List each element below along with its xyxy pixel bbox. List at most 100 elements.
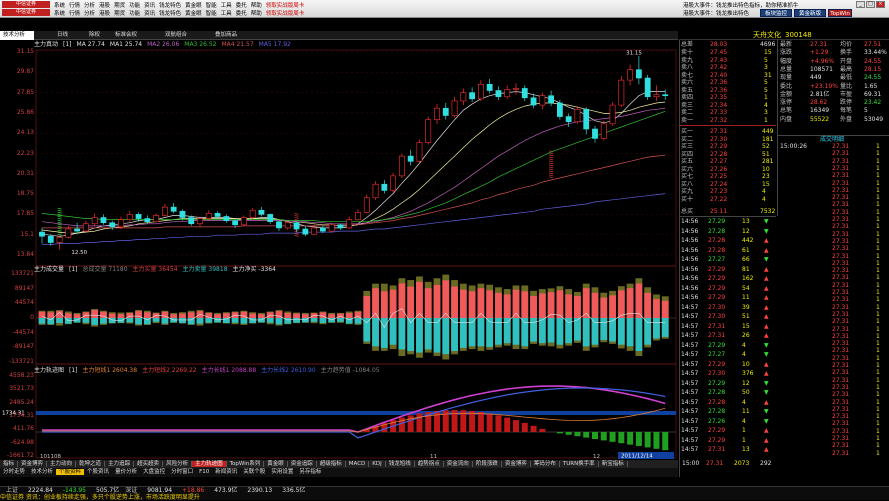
menu-item[interactable]: 黄金眼 <box>185 11 202 17</box>
view-tab[interactable]: 分时窗口 <box>168 469 196 475</box>
ma-value: MA3 26.52 <box>184 41 217 48</box>
menu-item[interactable]: 行情 <box>69 11 80 17</box>
indicator-tab[interactable]: 钱龙短线 <box>385 461 415 467</box>
indicator-tab[interactable]: 风险分析 <box>163 461 193 467</box>
vol-bar <box>143 310 151 325</box>
ask-price: 27.45 <box>710 49 728 56</box>
indicator-tab[interactable]: 主力动向 <box>47 461 77 467</box>
tick-arrow-icon: ▲ <box>764 275 769 282</box>
ask-label: 卖二 <box>681 109 694 116</box>
indicator-tab[interactable]: 资金博弈 <box>501 461 531 467</box>
vol-bar <box>301 312 309 323</box>
indicator-tab[interactable]: 阶段涨跌 <box>472 461 502 467</box>
view-tab[interactable]: 分时走势 <box>0 469 28 475</box>
ask-volume: 1 <box>764 116 768 124</box>
indicator-tab[interactable]: 资金博弈 <box>18 461 48 467</box>
indicator-tab[interactable]: 指标 <box>0 461 19 467</box>
menu-item[interactable]: 钱龙特色 <box>159 11 181 17</box>
chart-svg[interactable]: 31.1512.501734.31101108 11 12 2011/12/14 <box>0 40 678 460</box>
tab-exright[interactable]: 除权 <box>86 31 103 40</box>
stat-value: 28.15 <box>864 65 882 73</box>
tick-volume: 26 <box>742 332 750 339</box>
tab-tech-analysis[interactable]: 技术分析 <box>0 31 34 40</box>
view-tab[interactable]: 量价分析 <box>112 469 140 475</box>
indicator-tab[interactable]: 资金追踪 <box>287 461 317 467</box>
view-tab[interactable]: 技术分析 <box>28 469 56 475</box>
vol-bar <box>433 278 441 357</box>
menu-item[interactable]: 委托 <box>236 11 247 17</box>
vol-bar <box>319 311 327 325</box>
tick-price: 27.29 <box>708 294 726 301</box>
indicator-tab[interactable]: TURN换手率 <box>559 461 599 467</box>
indicator-tab[interactable]: 趋势拐点 <box>414 461 444 467</box>
view-tab[interactable]: 另存指标 <box>296 469 324 475</box>
menu-item[interactable]: 分析 <box>84 11 95 17</box>
view-tab[interactable]: 实用设置 <box>268 469 296 475</box>
view-tab[interactable]: 新闻资讯 <box>212 469 240 475</box>
news-ticker[interactable]: 港股大事件：钱龙推出特色指标，助你精准抓牛 <box>683 1 799 9</box>
view-tab[interactable]: F10 <box>196 469 212 475</box>
menu-item[interactable]: 功能 <box>129 11 140 17</box>
candle <box>416 139 423 164</box>
y-tick-label: 24.13 <box>16 129 34 137</box>
tab-combo[interactable]: 双航组合 <box>162 31 190 40</box>
chart-area[interactable]: 31.15 12.50 1734.31 101108 11 12 2011/12/14 主力… <box>0 40 678 460</box>
bid-volume: 181 <box>762 135 774 143</box>
vol-legend: 主力成交量 [1] 总成交量 71180 主力买量 36454 主力卖量 39818 主力… <box>34 265 281 274</box>
menu-item[interactable]: 系统 <box>54 11 65 17</box>
ask-price: 27.43 <box>710 56 728 64</box>
view-tab[interactable]: 大盘监控 <box>140 469 168 475</box>
menu-item[interactable]: 资讯 <box>144 11 155 17</box>
menu-item[interactable]: 港股 <box>99 11 110 17</box>
tick-price: 27.29 <box>708 265 726 273</box>
minimize-button[interactable]: _ <box>856 1 865 8</box>
macd-hist-bar <box>539 428 546 432</box>
index-value: -143.95 <box>62 487 86 494</box>
tick-price: 27.28 <box>708 389 726 396</box>
menu-item[interactable]: 工具 <box>221 11 232 17</box>
ma-value: MA5 17.92 <box>258 41 291 48</box>
maximize-button[interactable]: □ <box>866 1 875 8</box>
view-tab[interactable]: 关联个股 <box>240 469 268 475</box>
promo-link[interactable]: 领取实战版周卡 <box>266 11 305 17</box>
ma-line <box>41 107 666 227</box>
menu-item[interactable]: 期货 <box>114 11 125 17</box>
indicator-tab[interactable]: MACD <box>345 461 370 467</box>
vol-bar <box>644 287 652 348</box>
view-tab[interactable]: 个股资讯 <box>84 469 112 475</box>
indicator-tab[interactable]: TopWin系列 <box>226 461 265 467</box>
vol-bar <box>82 311 90 325</box>
tick-volume: 442 <box>742 237 754 244</box>
tab-overlay[interactable]: 叠加商品 <box>212 31 240 40</box>
stat-value: 449 <box>810 74 822 82</box>
indicator-tab[interactable]: 黄金眼 <box>264 461 288 467</box>
menu-item[interactable]: 帮助 <box>251 11 262 17</box>
bid-volume: 10 <box>762 165 770 173</box>
candle <box>100 214 107 225</box>
menu-item[interactable]: 智能 <box>206 11 217 17</box>
sector-monitor-button[interactable]: 板块监控 <box>760 9 792 17</box>
indicator-tab[interactable]: 超级指标 <box>316 461 346 467</box>
close-button[interactable]: × <box>876 1 885 8</box>
indicator-tab[interactable]: 主力追踪 <box>105 461 135 467</box>
tab-day[interactable]: 日线 <box>54 31 71 40</box>
indicator-tab[interactable]: 乾坤之道 <box>76 461 106 467</box>
vol-tick-label: 89147 <box>14 284 34 292</box>
indicator-tab[interactable]: KDJ <box>369 461 386 467</box>
tick-arrow-icon: ▲ <box>764 246 769 254</box>
indicator-tab[interactable]: 新宝指标 <box>598 461 628 467</box>
view-tab[interactable]: 个股资料 <box>56 469 85 475</box>
indicator-tab[interactable]: 资金流向 <box>443 461 473 467</box>
indicator-tab[interactable]: 主力轨迹图 <box>192 461 227 467</box>
gold-button[interactable]: 黄金新版 <box>794 9 826 17</box>
ma-line <box>41 101 666 234</box>
ask-volume: 3 <box>764 64 768 71</box>
indicator-tab[interactable]: 超买超卖 <box>134 461 164 467</box>
macd-value: 主力趋势值 -1084.05 <box>320 367 380 374</box>
tab-standard[interactable]: 标准会权 <box>112 31 140 40</box>
tick-arrow-icon: ▼ <box>764 417 769 425</box>
indicator-tab[interactable]: 筹码分布 <box>530 461 560 467</box>
topwin-button[interactable]: TopWin <box>828 9 852 17</box>
candle <box>170 202 177 214</box>
candle <box>565 113 572 127</box>
